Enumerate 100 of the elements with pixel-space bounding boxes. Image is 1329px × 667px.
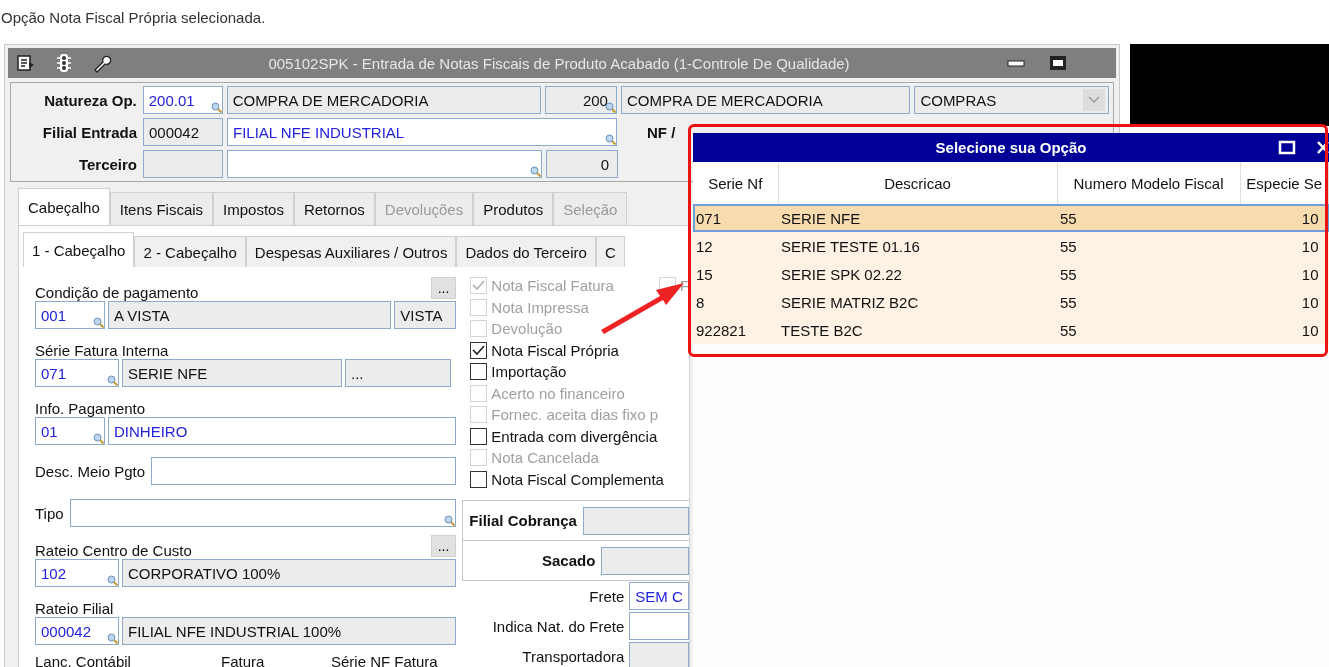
traffic-light-icon[interactable] (54, 53, 74, 73)
window-title: 005102SPK - Entrada de Notas Fiscais de Produto Acabado (1-Controle De Qualidade) (267, 54, 851, 72)
input-field[interactable] (227, 150, 542, 178)
caret-icon[interactable] (1083, 89, 1105, 111)
field-label: Natureza Op. (43, 91, 137, 109)
table-cell: 071 (693, 204, 778, 232)
table-cell: 8 (693, 288, 778, 316)
tab[interactable]: Produtos (473, 192, 554, 225)
checkbox[interactable]: Entrada com divergência (470, 425, 689, 447)
input-field[interactable]: FILIAL NFE INDUSTRIAL (227, 118, 617, 146)
tab[interactable]: Cabeçalho (18, 188, 110, 225)
input-field[interactable] (143, 150, 223, 178)
field-label: Série NF Fatura (331, 653, 438, 667)
field-label: Condição de pagamento (35, 284, 199, 301)
wrench-icon[interactable] (92, 53, 112, 73)
input-field[interactable] (582, 506, 689, 535)
input-field[interactable]: 000042 (143, 118, 223, 146)
table-row[interactable]: 12 SERIE TESTE 01.16 55 10 (693, 232, 1329, 260)
column-header[interactable]: Numero Modelo Fiscal (1057, 162, 1240, 204)
field-label: Sacado (541, 552, 596, 569)
table-row[interactable]: 922821 TESTE B2C 55 10 (693, 316, 1329, 344)
menu-icon[interactable] (16, 53, 36, 73)
input-field[interactable]: 071 (35, 359, 119, 387)
input-field[interactable]: 102 (35, 559, 119, 587)
input-field[interactable] (69, 499, 457, 527)
field-label: Desc. Meio Pgto (35, 462, 146, 480)
field-label: Rateio Centro de Custo (35, 542, 192, 559)
table-cell: 55 (1057, 232, 1240, 260)
input-field[interactable]: 200 (545, 86, 617, 114)
field-label: Frete (588, 587, 625, 605)
field-label: Filial Entrada (41, 123, 137, 141)
checkbox[interactable]: Nota Fiscal Complementa (470, 468, 689, 490)
input-field[interactable]: 001 (35, 301, 105, 329)
input-field[interactable]: CORPORATIVO 100% (122, 559, 457, 587)
table-cell: SERIE NFE (778, 204, 1057, 232)
restore-icon[interactable] (1048, 53, 1068, 73)
checkbox[interactable]: Nota Fiscal Própria (470, 339, 689, 361)
column-header[interactable]: Descricao (778, 162, 1057, 204)
field-label: Fatura (221, 653, 266, 667)
table-cell: 10 (1240, 232, 1329, 260)
table-cell: 55 (1057, 316, 1240, 344)
dropdown[interactable]: COMPRAS (914, 86, 1109, 114)
ellipsis-button[interactable]: ... (430, 535, 457, 557)
input-field[interactable]: 000042 (35, 617, 119, 645)
tab[interactable]: Retornos (293, 192, 375, 225)
input-field[interactable]: A VISTA (108, 301, 392, 329)
field-label: Tipo (35, 504, 64, 522)
table-row[interactable]: 15 SERIE SPK 02.22 55 10 (693, 260, 1329, 288)
field-label: NF / (647, 123, 676, 141)
input-field[interactable]: COMPRA DE MERCADORIA (620, 86, 911, 114)
field-label: Rateio Filial (35, 600, 114, 617)
ellipsis-button[interactable]: ... (430, 277, 457, 299)
table-row[interactable]: 071 SERIE NFE 55 10 (693, 204, 1329, 232)
table-cell: 10 (1240, 260, 1329, 288)
field-label: Transportadora (521, 647, 625, 665)
table-cell: SERIE SPK 02.22 (778, 260, 1057, 288)
input-field[interactable]: 0 (546, 150, 618, 178)
checkmark-icon (472, 280, 486, 292)
input-field[interactable]: ... (345, 359, 451, 387)
tab[interactable]: C (595, 236, 625, 267)
checkbox[interactable]: Importação (470, 361, 689, 383)
table-cell: 10 (1240, 204, 1329, 232)
tab[interactable]: Itens Fiscais (109, 192, 214, 225)
table-cell: 922821 (693, 316, 778, 344)
caption-text: Opção Nota Fiscal Própria selecionada. (0, 8, 267, 28)
table-cell: 10 (1240, 316, 1329, 344)
input-field[interactable]: 200.01 (142, 86, 223, 114)
table-cell: SERIE MATRIZ B2C (778, 288, 1057, 316)
input-field[interactable]: SERIE NFE (122, 359, 342, 387)
input-field[interactable] (601, 546, 689, 575)
input-field[interactable]: SEM C (629, 582, 689, 610)
tab[interactable]: 1 - Cabeçalho (23, 232, 135, 267)
field-label: Terceiro (77, 155, 137, 173)
table-row[interactable]: 8 SERIE MATRIZ B2C 55 10 (693, 288, 1329, 316)
field-label: Lanc. Contábil (35, 653, 132, 667)
field-label: Filial Cobrança (469, 512, 577, 529)
tab[interactable]: Dados do Terceiro (456, 236, 596, 267)
tab[interactable]: Impostos (213, 192, 294, 225)
field-label: Info. Pagamento (35, 400, 146, 417)
table-cell: 55 (1057, 288, 1240, 316)
field-label: Série Fatura Interna (35, 342, 169, 359)
input-field[interactable]: VISTA (394, 301, 457, 329)
table-cell: SERIE TESTE 01.16 (778, 232, 1057, 260)
table-cell: 55 (1057, 204, 1240, 232)
dialog-title: Selecione sua Opção (935, 139, 1087, 156)
tab[interactable]: Despesas Auxiliares / Outros (245, 236, 457, 267)
column-header[interactable]: Especie Se (1240, 162, 1329, 204)
input-field[interactable]: DINHEIRO (108, 417, 457, 445)
input-field[interactable] (629, 612, 689, 640)
tab[interactable]: 2 - Cabeçalho (134, 236, 246, 267)
table-cell: 12 (693, 232, 778, 260)
table-cell: 15 (693, 260, 778, 288)
column-header[interactable]: Serie Nf (693, 162, 778, 204)
input-field[interactable]: FILIAL NFE INDUSTRIAL 100% (122, 617, 457, 645)
input-field[interactable]: 01 (35, 417, 105, 445)
input-field[interactable] (629, 642, 689, 667)
input-field[interactable]: COMPRA DE MERCADORIA (226, 86, 542, 114)
table-cell: 10 (1240, 288, 1329, 316)
checkmark-icon (472, 344, 486, 356)
input-field[interactable] (151, 457, 457, 485)
